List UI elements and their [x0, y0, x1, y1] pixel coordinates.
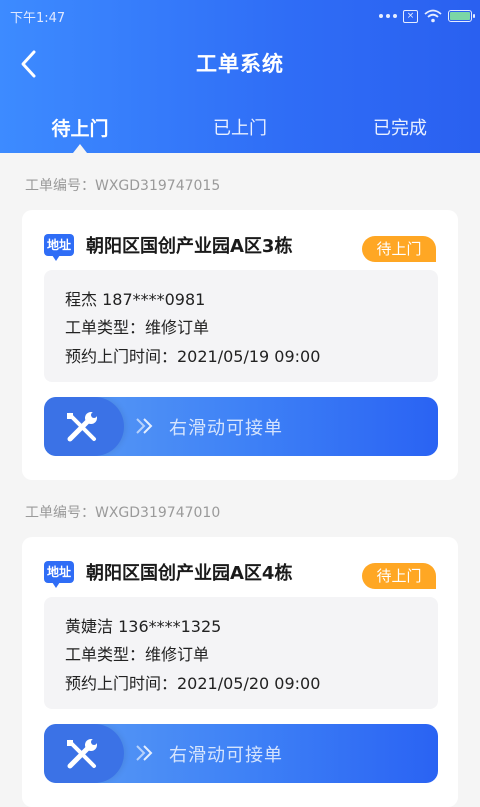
wifi-icon — [424, 9, 442, 23]
order-info: 黄婕洁 136****1325 工单类型：维修订单 预约上门时间：2021/05… — [44, 597, 438, 709]
accept-order-slider[interactable]: 右滑动可接单 — [44, 397, 438, 456]
tab-pending[interactable]: 待上门 — [0, 114, 160, 141]
address-badge: 地址 — [44, 561, 74, 588]
tab-completed[interactable]: 已完成 — [320, 114, 480, 140]
page-title: 工单系统 — [196, 52, 284, 76]
order-number: 工单编号：WXGD319747010 — [25, 505, 221, 521]
slider-knob[interactable] — [44, 724, 124, 783]
double-chevron-right-icon — [136, 418, 153, 434]
appointment-time: 预约上门时间：2021/05/19 09:00 — [65, 347, 321, 366]
accept-order-slider[interactable]: 右滑动可接单 — [44, 724, 438, 783]
order-type: 工单类型：维修订单 — [65, 318, 210, 337]
status-time: 下午1:47 — [10, 11, 66, 26]
double-chevron-right-icon — [136, 745, 153, 761]
tab-bar: 待上门 已上门 已完成 — [0, 108, 480, 153]
order-card[interactable]: 地址 朝阳区国创产业园A区3栋 待上门 程杰 187****0981 工单类型：… — [22, 210, 458, 480]
slider-knob[interactable] — [44, 397, 124, 456]
wrench-screwdriver-icon — [67, 739, 97, 769]
order-info: 程杰 187****0981 工单类型：维修订单 预约上门时间：2021/05/… — [44, 270, 438, 382]
wrench-screwdriver-icon — [67, 412, 97, 442]
no-sim-icon: × — [403, 9, 418, 23]
order-address: 朝阳区国创产业园A区3栋 — [86, 236, 293, 257]
order-card[interactable]: 地址 朝阳区国创产业园A区4栋 待上门 黄婕洁 136****1325 工单类型… — [22, 537, 458, 807]
slider-hint: 右滑动可接单 — [169, 745, 283, 766]
order-type: 工单类型：维修订单 — [65, 645, 210, 664]
more-dots-icon — [379, 14, 397, 18]
contact-info: 程杰 187****0981 — [65, 290, 206, 309]
order-number: 工单编号：WXGD319747015 — [25, 178, 221, 194]
address-badge: 地址 — [44, 234, 74, 261]
order-address: 朝阳区国创产业园A区4栋 — [86, 563, 293, 584]
header: 下午1:47 × 工单系统 待上门 已上门 已完成 — [0, 0, 480, 153]
status-bar: 下午1:47 × — [0, 0, 480, 32]
status-badge: 待上门 — [362, 236, 436, 262]
tab-visited[interactable]: 已上门 — [160, 114, 320, 140]
battery-icon — [448, 10, 475, 22]
appointment-time: 预约上门时间：2021/05/20 09:00 — [65, 674, 321, 693]
status-badge: 待上门 — [362, 563, 436, 589]
active-tab-indicator — [73, 144, 87, 153]
contact-info: 黄婕洁 136****1325 — [65, 617, 222, 636]
status-icons: × — [379, 6, 475, 26]
slider-hint: 右滑动可接单 — [169, 418, 283, 439]
